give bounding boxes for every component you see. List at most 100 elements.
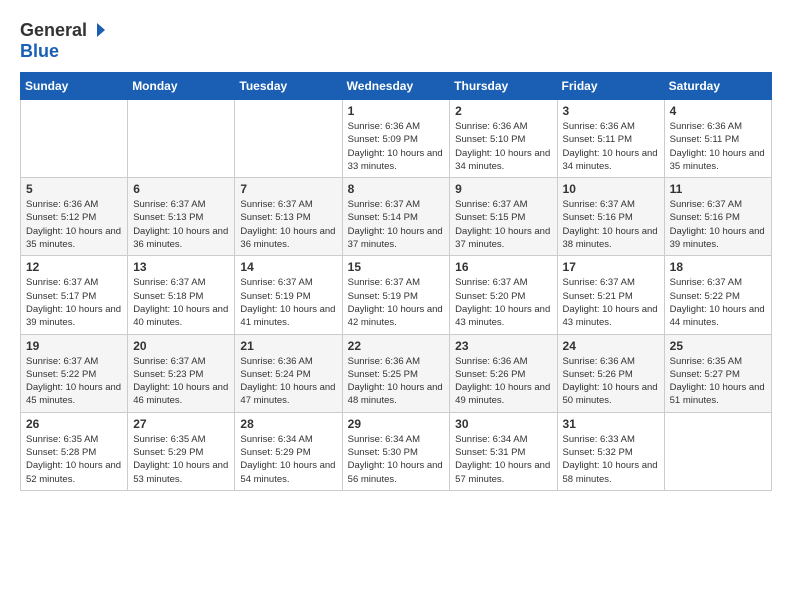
day-number: 22 xyxy=(348,339,445,353)
day-info: Sunrise: 6:37 AM Sunset: 5:22 PM Dayligh… xyxy=(670,276,766,329)
day-number: 6 xyxy=(133,182,229,196)
calendar-header-row: SundayMondayTuesdayWednesdayThursdayFrid… xyxy=(21,73,772,100)
calendar-week-row: 12 Sunrise: 6:37 AM Sunset: 5:17 PM Dayli… xyxy=(21,256,772,334)
day-info: Sunrise: 6:35 AM Sunset: 5:27 PM Dayligh… xyxy=(670,355,766,408)
day-number: 16 xyxy=(455,260,551,274)
calendar-cell: 31Sunrise: 6:33 AM Sunset: 5:32 PM Dayli… xyxy=(557,412,664,490)
calendar-cell: 28 Sunrise: 6:34 AM Sunset: 5:29 PM Dayli… xyxy=(235,412,342,490)
calendar-cell: 30 Sunrise: 6:34 AM Sunset: 5:31 PM Dayli… xyxy=(450,412,557,490)
day-number: 9 xyxy=(455,182,551,196)
day-info: Sunrise: 6:37 AM Sunset: 5:16 PM Dayligh… xyxy=(670,198,766,251)
day-number: 4 xyxy=(670,104,766,118)
day-number: 27 xyxy=(133,417,229,431)
day-number: 5 xyxy=(26,182,122,196)
calendar-week-row: 26 Sunrise: 6:35 AM Sunset: 5:28 PM Dayli… xyxy=(21,412,772,490)
day-info: Sunrise: 6:36 AM Sunset: 5:25 PM Dayligh… xyxy=(348,355,445,408)
logo-flag-icon xyxy=(88,21,106,39)
day-info: Sunrise: 6:37 AM Sunset: 5:15 PM Dayligh… xyxy=(455,198,551,251)
day-info: Sunrise: 6:34 AM Sunset: 5:29 PM Dayligh… xyxy=(240,433,336,486)
day-number: 2 xyxy=(455,104,551,118)
calendar-cell: 26 Sunrise: 6:35 AM Sunset: 5:28 PM Dayli… xyxy=(21,412,128,490)
day-number: 11 xyxy=(670,182,766,196)
day-number: 24 xyxy=(563,339,659,353)
calendar-cell: 20 Sunrise: 6:37 AM Sunset: 5:23 PM Dayli… xyxy=(128,334,235,412)
day-info: Sunrise: 6:36 AM Sunset: 5:10 PM Dayligh… xyxy=(455,120,551,173)
day-number: 8 xyxy=(348,182,445,196)
calendar-cell: 21 Sunrise: 6:36 AM Sunset: 5:24 PM Dayli… xyxy=(235,334,342,412)
day-info: Sunrise: 6:37 AM Sunset: 5:20 PM Dayligh… xyxy=(455,276,551,329)
calendar-cell: 15 Sunrise: 6:37 AM Sunset: 5:19 PM Dayli… xyxy=(342,256,450,334)
day-number: 19 xyxy=(26,339,122,353)
day-number: 31 xyxy=(563,417,659,431)
col-header-saturday: Saturday xyxy=(664,73,771,100)
calendar-cell xyxy=(21,100,128,178)
calendar-cell: 13Sunrise: 6:37 AM Sunset: 5:18 PM Dayli… xyxy=(128,256,235,334)
calendar-week-row: 1 Sunrise: 6:36 AM Sunset: 5:09 PM Daylig… xyxy=(21,100,772,178)
day-number: 25 xyxy=(670,339,766,353)
day-number: 23 xyxy=(455,339,551,353)
day-number: 21 xyxy=(240,339,336,353)
day-number: 10 xyxy=(563,182,659,196)
day-number: 28 xyxy=(240,417,336,431)
day-number: 18 xyxy=(670,260,766,274)
day-info: Sunrise: 6:37 AM Sunset: 5:19 PM Dayligh… xyxy=(240,276,336,329)
calendar-cell: 10 Sunrise: 6:37 AM Sunset: 5:16 PM Dayli… xyxy=(557,178,664,256)
day-number: 1 xyxy=(348,104,445,118)
calendar-week-row: 19Sunrise: 6:37 AM Sunset: 5:22 PM Dayli… xyxy=(21,334,772,412)
day-info: Sunrise: 6:36 AM Sunset: 5:26 PM Dayligh… xyxy=(455,355,551,408)
day-info: Sunrise: 6:36 AM Sunset: 5:24 PM Dayligh… xyxy=(240,355,336,408)
day-info: Sunrise: 6:34 AM Sunset: 5:30 PM Dayligh… xyxy=(348,433,445,486)
day-info: Sunrise: 6:36 AM Sunset: 5:09 PM Dayligh… xyxy=(348,120,445,173)
day-info: Sunrise: 6:37 AM Sunset: 5:13 PM Dayligh… xyxy=(240,198,336,251)
day-info: Sunrise: 6:34 AM Sunset: 5:31 PM Dayligh… xyxy=(455,433,551,486)
header: General Blue xyxy=(20,20,772,62)
day-number: 30 xyxy=(455,417,551,431)
day-number: 29 xyxy=(348,417,445,431)
day-info: Sunrise: 6:35 AM Sunset: 5:29 PM Dayligh… xyxy=(133,433,229,486)
day-info: Sunrise: 6:36 AM Sunset: 5:26 PM Dayligh… xyxy=(563,355,659,408)
calendar-cell: 22 Sunrise: 6:36 AM Sunset: 5:25 PM Dayli… xyxy=(342,334,450,412)
day-info: Sunrise: 6:37 AM Sunset: 5:14 PM Dayligh… xyxy=(348,198,445,251)
calendar-cell: 27 Sunrise: 6:35 AM Sunset: 5:29 PM Dayli… xyxy=(128,412,235,490)
calendar-cell: 25 Sunrise: 6:35 AM Sunset: 5:27 PM Dayli… xyxy=(664,334,771,412)
calendar-cell: 12 Sunrise: 6:37 AM Sunset: 5:17 PM Dayli… xyxy=(21,256,128,334)
calendar-cell: 18 Sunrise: 6:37 AM Sunset: 5:22 PM Dayli… xyxy=(664,256,771,334)
day-info: Sunrise: 6:37 AM Sunset: 5:18 PM Dayligh… xyxy=(133,276,229,329)
logo-general-text: General xyxy=(20,20,87,41)
day-info: Sunrise: 6:35 AM Sunset: 5:28 PM Dayligh… xyxy=(26,433,122,486)
calendar-cell xyxy=(235,100,342,178)
day-info: Sunrise: 6:37 AM Sunset: 5:19 PM Dayligh… xyxy=(348,276,445,329)
calendar-cell: 9 Sunrise: 6:37 AM Sunset: 5:15 PM Daylig… xyxy=(450,178,557,256)
calendar-cell: 24 Sunrise: 6:36 AM Sunset: 5:26 PM Dayli… xyxy=(557,334,664,412)
day-number: 26 xyxy=(26,417,122,431)
day-number: 14 xyxy=(240,260,336,274)
calendar-week-row: 5Sunrise: 6:36 AM Sunset: 5:12 PM Daylig… xyxy=(21,178,772,256)
calendar-cell: 4 Sunrise: 6:36 AM Sunset: 5:11 PM Daylig… xyxy=(664,100,771,178)
calendar-cell: 23 Sunrise: 6:36 AM Sunset: 5:26 PM Dayli… xyxy=(450,334,557,412)
col-header-wednesday: Wednesday xyxy=(342,73,450,100)
calendar-cell: 17Sunrise: 6:37 AM Sunset: 5:21 PM Dayli… xyxy=(557,256,664,334)
day-info: Sunrise: 6:37 AM Sunset: 5:21 PM Dayligh… xyxy=(563,276,659,329)
col-header-sunday: Sunday xyxy=(21,73,128,100)
day-number: 20 xyxy=(133,339,229,353)
calendar-cell: 29 Sunrise: 6:34 AM Sunset: 5:30 PM Dayli… xyxy=(342,412,450,490)
calendar-cell: 3Sunrise: 6:36 AM Sunset: 5:11 PM Daylig… xyxy=(557,100,664,178)
day-info: Sunrise: 6:37 AM Sunset: 5:23 PM Dayligh… xyxy=(133,355,229,408)
day-number: 15 xyxy=(348,260,445,274)
col-header-monday: Monday xyxy=(128,73,235,100)
col-header-friday: Friday xyxy=(557,73,664,100)
calendar-cell: 8 Sunrise: 6:37 AM Sunset: 5:14 PM Daylig… xyxy=(342,178,450,256)
calendar-cell: 19Sunrise: 6:37 AM Sunset: 5:22 PM Dayli… xyxy=(21,334,128,412)
calendar-cell: 14 Sunrise: 6:37 AM Sunset: 5:19 PM Dayli… xyxy=(235,256,342,334)
calendar-cell: 2 Sunrise: 6:36 AM Sunset: 5:10 PM Daylig… xyxy=(450,100,557,178)
day-info: Sunrise: 6:36 AM Sunset: 5:11 PM Dayligh… xyxy=(563,120,659,173)
calendar-table: SundayMondayTuesdayWednesdayThursdayFrid… xyxy=(20,72,772,491)
day-info: Sunrise: 6:37 AM Sunset: 5:16 PM Dayligh… xyxy=(563,198,659,251)
day-info: Sunrise: 6:36 AM Sunset: 5:11 PM Dayligh… xyxy=(670,120,766,173)
day-number: 7 xyxy=(240,182,336,196)
day-info: Sunrise: 6:37 AM Sunset: 5:13 PM Dayligh… xyxy=(133,198,229,251)
calendar-cell xyxy=(128,100,235,178)
logo-blue-text: Blue xyxy=(20,41,59,61)
day-info: Sunrise: 6:37 AM Sunset: 5:17 PM Dayligh… xyxy=(26,276,122,329)
day-number: 12 xyxy=(26,260,122,274)
